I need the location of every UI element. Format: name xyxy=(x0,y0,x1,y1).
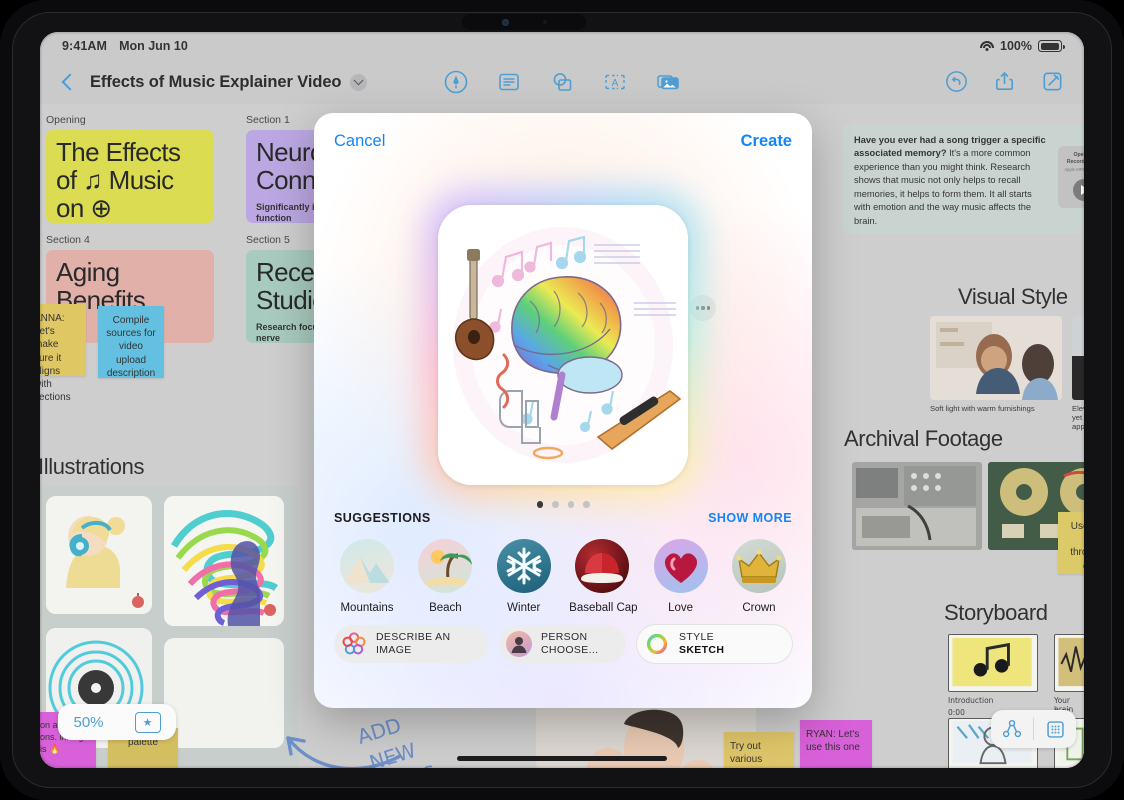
mountain-icon[interactable] xyxy=(340,539,394,593)
page-indicator-dots[interactable] xyxy=(314,501,812,508)
front-camera-icon xyxy=(501,18,509,26)
show-more-button[interactable]: SHOW MORE xyxy=(708,511,792,525)
suggestion-label: Winter xyxy=(507,602,541,614)
pill-line-1: STYLE xyxy=(679,630,715,643)
suggestion-label: Crown xyxy=(742,602,776,614)
page-dot[interactable] xyxy=(536,501,543,508)
snowflake-icon[interactable] xyxy=(496,539,551,593)
suggestions-label: SUGGESTIONS xyxy=(334,511,431,525)
ipad-device: 9:41AM Mon Jun 10 100% Effects of Music … xyxy=(0,0,1124,800)
describe-an-image-pill[interactable]: DESCRIBE AN IMAGE xyxy=(334,625,488,663)
page-dot[interactable] xyxy=(583,501,590,508)
person-pill[interactable]: PERSON CHOOSE... xyxy=(499,625,626,663)
suggestion-label: Mountains xyxy=(340,602,394,614)
image-playground-modal: Cancel Create SUGGESTIONS SHOW MORE Moun… xyxy=(314,113,812,708)
pill-line-2: CHOOSE... xyxy=(541,644,599,656)
suggestion-beach[interactable]: Beach xyxy=(412,539,478,614)
suggestion-mountains[interactable]: Mountains xyxy=(334,539,400,614)
suggestions-header: SUGGESTIONS SHOW MORE xyxy=(334,511,792,525)
pill-text: PERSON CHOOSE... xyxy=(541,631,598,658)
pill-text: STYLE SKETCH xyxy=(679,631,724,658)
front-camera-housing xyxy=(462,14,586,30)
page-dot[interactable] xyxy=(567,501,574,508)
beach-icon[interactable] xyxy=(418,539,473,593)
pill-text: DESCRIBE AN IMAGE xyxy=(376,631,450,658)
create-button[interactable]: Create xyxy=(741,132,792,151)
pill-line-1: DESCRIBE AN xyxy=(376,630,451,643)
generated-image[interactable] xyxy=(438,205,688,485)
generated-image-container[interactable] xyxy=(424,191,702,499)
page-dot[interactable] xyxy=(552,501,559,508)
ipad-screen: 9:41AM Mon Jun 10 100% Effects of Music … xyxy=(40,32,1084,768)
person-avatar-icon xyxy=(506,631,532,657)
pill-line-2: SKETCH xyxy=(679,644,725,656)
cancel-button[interactable]: Cancel xyxy=(334,132,385,151)
suggestion-label: Beach xyxy=(429,602,462,614)
crown-icon[interactable] xyxy=(731,539,786,593)
style-pill[interactable]: STYLE SKETCH xyxy=(637,625,792,663)
suggestion-love[interactable]: Love xyxy=(648,539,714,614)
modal-header: Cancel Create xyxy=(314,113,812,169)
style-ring-icon xyxy=(644,631,670,657)
suggestion-crown[interactable]: Crown xyxy=(726,539,792,614)
suggestion-winter[interactable]: Winter xyxy=(491,539,557,614)
baseball-cap-icon[interactable] xyxy=(575,539,630,593)
rings-icon xyxy=(341,631,367,657)
suggestion-label: Baseball Cap xyxy=(569,602,638,614)
suggestion-baseball-cap[interactable]: Baseball Cap xyxy=(569,539,638,614)
sensor-dot-icon xyxy=(542,20,547,24)
home-indicator[interactable] xyxy=(457,756,667,761)
brain-music-sketch-icon xyxy=(438,205,688,485)
heart-icon[interactable] xyxy=(653,539,708,593)
pill-line-1: PERSON xyxy=(541,630,588,643)
options-pill-row: DESCRIBE AN IMAGE PERSON CHOOSE... STYLE… xyxy=(334,625,792,663)
pill-line-2: IMAGE xyxy=(376,644,412,656)
suggestion-label: Love xyxy=(668,602,694,614)
suggestions-row: Mountains Beach Winter Baseball Cap Love… xyxy=(334,539,792,614)
